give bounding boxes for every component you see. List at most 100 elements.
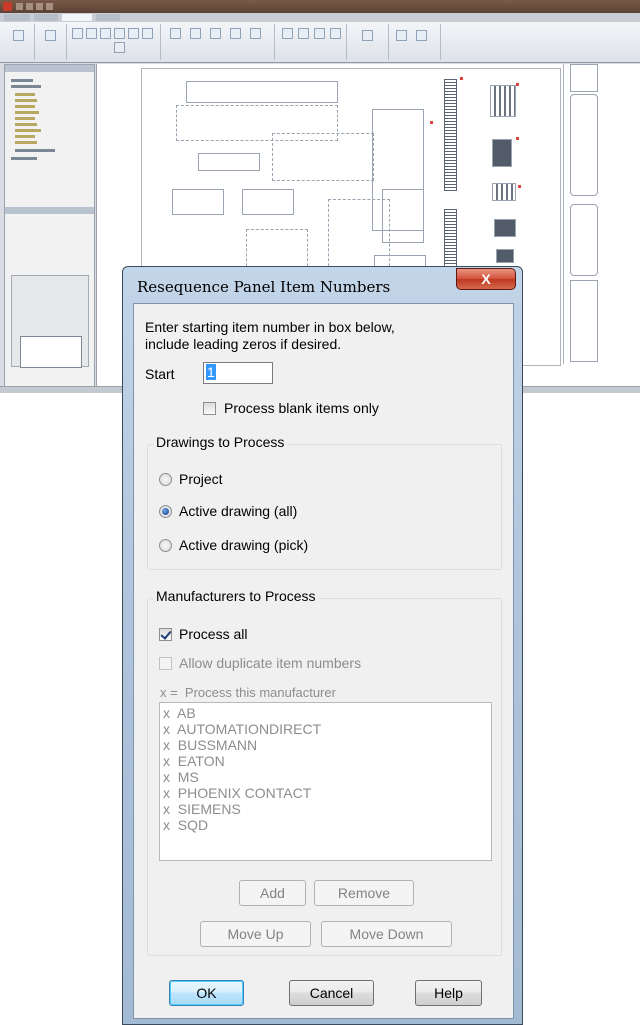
- remove-button[interactable]: Remove: [314, 880, 414, 906]
- ribbon-tool-icon[interactable]: [298, 28, 309, 39]
- list-item[interactable]: x SQD: [163, 817, 208, 833]
- dialog-client-area: Enter starting item number in box below,…: [133, 303, 514, 1019]
- list-item[interactable]: x MS: [163, 769, 199, 785]
- list-item[interactable]: x SIEMENS: [163, 801, 241, 817]
- component-row: [272, 133, 374, 181]
- radio-active-drawing-pick-label[interactable]: Active drawing (pick): [179, 537, 308, 553]
- wire-marker: [518, 185, 521, 188]
- list-item-mark: x: [163, 769, 170, 785]
- quick-access-icon[interactable]: [46, 3, 53, 10]
- list-item[interactable]: x BUSSMANN: [163, 737, 257, 753]
- component-block: [242, 189, 294, 215]
- app-logo-icon[interactable]: [3, 2, 12, 11]
- ribbon-group: [162, 24, 275, 60]
- ribbon-group: [36, 24, 67, 60]
- ribbon-tool-icon[interactable]: [230, 28, 241, 39]
- ribbon-group: [348, 24, 389, 60]
- ribbon-tool-icon[interactable]: [396, 30, 407, 41]
- radio-active-drawing-all[interactable]: [159, 505, 172, 518]
- project-tree-item[interactable]: [15, 111, 39, 114]
- project-tree-item[interactable]: [15, 149, 55, 152]
- list-item[interactable]: x EATON: [163, 753, 225, 769]
- ribbon-tab-active[interactable]: [62, 14, 92, 21]
- ribbon-tool-icon[interactable]: [72, 28, 83, 39]
- ribbon-tool-icon[interactable]: [114, 42, 125, 53]
- project-tree-item[interactable]: [15, 141, 37, 144]
- title-block-cell: [570, 280, 598, 362]
- radio-project-label[interactable]: Project: [179, 471, 223, 487]
- project-tree-item[interactable]: [15, 129, 41, 132]
- instructions-line-1: Enter starting item number in box below,: [145, 319, 395, 335]
- ribbon-tool-icon[interactable]: [86, 28, 97, 39]
- ribbon-tool-icon[interactable]: [45, 30, 56, 41]
- component-block: [172, 189, 224, 215]
- help-button[interactable]: Help: [415, 980, 482, 1006]
- ribbon-tool-icon[interactable]: [13, 30, 24, 41]
- connector-block: [490, 85, 516, 117]
- project-manager-palette: [4, 64, 95, 388]
- process-blank-label[interactable]: Process blank items only: [224, 400, 379, 416]
- allow-duplicates-checkbox[interactable]: [159, 657, 172, 670]
- move-down-button[interactable]: Move Down: [321, 921, 452, 947]
- close-button[interactable]: X: [456, 268, 516, 290]
- project-tree-item[interactable]: [15, 123, 37, 126]
- cancel-button[interactable]: Cancel: [289, 980, 374, 1006]
- manufacturer-list[interactable]: x AB x AUTOMATIONDIRECT x BUSSMANN x EAT…: [159, 702, 492, 861]
- ribbon-tool-icon[interactable]: [128, 28, 139, 39]
- quick-access-icon[interactable]: [16, 3, 23, 10]
- list-item[interactable]: x AUTOMATIONDIRECT: [163, 721, 321, 737]
- list-item[interactable]: x AB: [163, 705, 196, 721]
- ribbon-tab[interactable]: [4, 14, 30, 21]
- project-tree-item[interactable]: [15, 99, 37, 102]
- ribbon-tool-icon[interactable]: [114, 28, 125, 39]
- dialog-title: Resequence Panel Item Numbers: [137, 278, 391, 296]
- ribbon-tool-icon[interactable]: [100, 28, 111, 39]
- project-tree-item[interactable]: [15, 93, 35, 96]
- list-item-mark: x: [163, 785, 170, 801]
- list-item-mark: x: [163, 705, 170, 721]
- ribbon-tab[interactable]: [34, 14, 58, 21]
- ok-button[interactable]: OK: [169, 980, 244, 1006]
- ribbon-group: [4, 24, 35, 60]
- ribbon-tool-icon[interactable]: [190, 28, 201, 39]
- ribbon-tool-icon[interactable]: [210, 28, 221, 39]
- ribbon-tool-icon[interactable]: [330, 28, 341, 39]
- radio-active-drawing-all-label[interactable]: Active drawing (all): [179, 503, 297, 519]
- add-button[interactable]: Add: [239, 880, 306, 906]
- details-palette-header[interactable]: [5, 207, 94, 214]
- project-tree-item[interactable]: [11, 79, 33, 82]
- project-tree-item[interactable]: [15, 135, 35, 138]
- ribbon-tool-icon[interactable]: [416, 30, 427, 41]
- ribbon-tool-icon[interactable]: [314, 28, 325, 39]
- process-all-checkbox[interactable]: [159, 628, 172, 641]
- connector-block: [492, 139, 512, 167]
- project-tree-item[interactable]: [15, 105, 35, 108]
- title-block-cell: [570, 204, 598, 276]
- title-block-cell: [570, 64, 598, 92]
- ribbon-tool-icon[interactable]: [362, 30, 373, 41]
- process-all-label[interactable]: Process all: [179, 626, 247, 642]
- project-tree-item[interactable]: [15, 117, 35, 120]
- palette-header[interactable]: [5, 65, 94, 72]
- list-item[interactable]: x PHOENIX CONTACT: [163, 785, 311, 801]
- ribbon-tab[interactable]: [96, 14, 120, 21]
- ribbon-tool-icon[interactable]: [170, 28, 181, 39]
- preview-image: [20, 336, 82, 368]
- project-tree-item[interactable]: [11, 157, 37, 160]
- allow-duplicates-label[interactable]: Allow duplicate item numbers: [179, 655, 361, 671]
- start-number-input[interactable]: 1: [203, 362, 273, 384]
- ribbon-panel: [0, 22, 640, 63]
- quick-access-icon[interactable]: [36, 3, 43, 10]
- ribbon-tool-icon[interactable]: [250, 28, 261, 39]
- component-block: [382, 189, 424, 243]
- radio-active-drawing-pick[interactable]: [159, 539, 172, 552]
- radio-project[interactable]: [159, 473, 172, 486]
- list-item-name: BUSSMANN: [177, 737, 258, 753]
- ribbon-tool-icon[interactable]: [282, 28, 293, 39]
- quick-access-icon[interactable]: [26, 3, 33, 10]
- ribbon-tool-icon[interactable]: [142, 28, 153, 39]
- project-tree-item[interactable]: [11, 85, 41, 88]
- move-up-button[interactable]: Move Up: [200, 921, 311, 947]
- component-block: [198, 153, 260, 171]
- process-blank-checkbox[interactable]: [203, 402, 216, 415]
